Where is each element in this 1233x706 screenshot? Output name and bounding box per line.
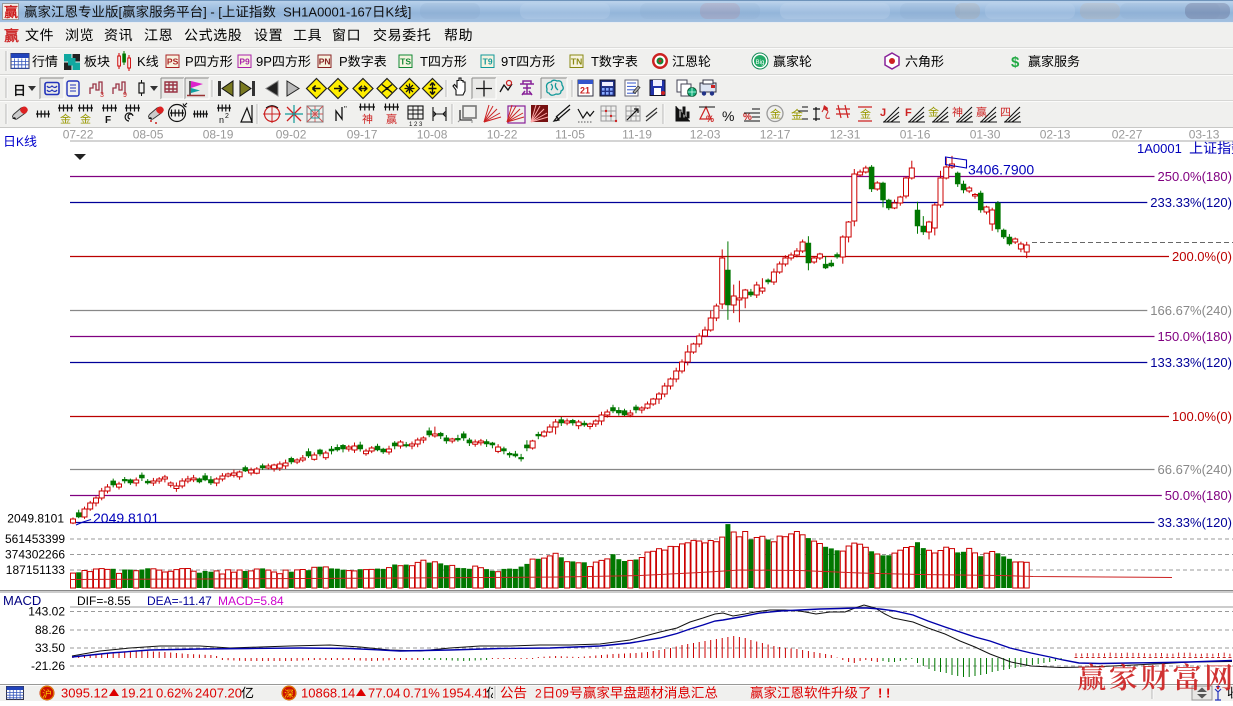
- svg-text:%: %: [706, 114, 714, 124]
- svg-text:%: %: [722, 108, 734, 124]
- svg-text:08-19: 08-19: [203, 128, 234, 142]
- svg-text:$: $: [1011, 54, 1020, 71]
- svg-text:2049.8101: 2049.8101: [7, 512, 64, 526]
- svg-text:02-27: 02-27: [1112, 128, 1143, 142]
- svg-text:0.62%: 0.62%: [156, 686, 193, 701]
- svg-text:]: ]: [408, 5, 412, 20]
- svg-text:09: 09: [556, 687, 570, 701]
- svg-text:PS: PS: [167, 57, 179, 67]
- svg-text:66.67%(240): 66.67%(240): [1158, 462, 1232, 477]
- svg-text:T: T: [420, 54, 428, 69]
- svg-text:F: F: [105, 115, 111, 126]
- svg-text:561453399: 561453399: [5, 532, 65, 546]
- svg-text:1A0001: 1A0001: [1137, 141, 1182, 156]
- svg-text:3406.7900: 3406.7900: [968, 162, 1034, 178]
- svg-text:250.0%(180): 250.0%(180): [1158, 169, 1232, 184]
- svg-text:DEA=-11.47: DEA=-11.47: [147, 594, 212, 608]
- svg-text:K: K: [386, 5, 395, 20]
- svg-text:! !: ! !: [878, 686, 890, 701]
- svg-text:33.33%(120): 33.33%(120): [1158, 515, 1232, 530]
- svg-text:09-02: 09-02: [276, 128, 307, 142]
- svg-text:02-13: 02-13: [1040, 128, 1071, 142]
- svg-text:03-13: 03-13: [1189, 128, 1220, 142]
- svg-text:[: [: [119, 5, 123, 20]
- svg-text:9T: 9T: [501, 54, 516, 69]
- svg-text:01-16: 01-16: [900, 128, 931, 142]
- svg-text:MACD=5.84: MACD=5.84: [218, 594, 284, 608]
- svg-text:0.71%: 0.71%: [403, 686, 440, 701]
- svg-text:P9: P9: [239, 57, 250, 67]
- svg-text:21: 21: [580, 86, 590, 96]
- svg-text:233.33%(120): 233.33%(120): [1150, 195, 1232, 210]
- svg-text:88.26: 88.26: [35, 623, 65, 637]
- svg-text:SH1A0001-167: SH1A0001-167: [276, 5, 372, 20]
- svg-text:3: 3: [100, 92, 104, 99]
- svg-text:187151133: 187151133: [6, 563, 66, 577]
- svg-text:10-22: 10-22: [487, 128, 518, 142]
- svg-text:166.67%(240): 166.67%(240): [1150, 303, 1232, 318]
- svg-text:P: P: [185, 54, 194, 69]
- svg-text:2407.20: 2407.20: [195, 686, 242, 701]
- svg-text:TS: TS: [400, 57, 411, 67]
- svg-text:08-05: 08-05: [133, 128, 164, 142]
- svg-text:Big: Big: [756, 60, 765, 66]
- svg-text:12-03: 12-03: [690, 128, 721, 142]
- svg-text:P: P: [339, 54, 348, 69]
- svg-text:374302266: 374302266: [5, 548, 65, 562]
- svg-text:50.0%(180): 50.0%(180): [1165, 488, 1232, 503]
- svg-text:33.50: 33.50: [35, 641, 65, 655]
- svg-text:12-31: 12-31: [830, 128, 861, 142]
- svg-text:01-30: 01-30: [970, 128, 1001, 142]
- svg-text:DIF=-8.55: DIF=-8.55: [77, 594, 131, 608]
- svg-text:12-17: 12-17: [760, 128, 791, 142]
- svg-text:200.0%(0): 200.0%(0): [1172, 249, 1232, 264]
- svg-text:1954.41: 1954.41: [442, 686, 489, 701]
- svg-text:07-22: 07-22: [63, 128, 94, 142]
- svg-text:2: 2: [535, 687, 542, 701]
- svg-text:PN: PN: [319, 57, 331, 67]
- svg-text:19.21: 19.21: [121, 686, 154, 701]
- svg-text:11-19: 11-19: [622, 128, 652, 142]
- svg-text:J: J: [880, 107, 886, 119]
- svg-text:100.0%(0): 100.0%(0): [1172, 409, 1232, 424]
- svg-text:3095.12: 3095.12: [61, 686, 108, 701]
- svg-text:11-05: 11-05: [555, 128, 585, 142]
- svg-text:n: n: [219, 115, 224, 125]
- svg-text:09-17: 09-17: [347, 128, 378, 142]
- svg-text:": ": [344, 105, 347, 114]
- svg-text:K: K: [137, 54, 146, 69]
- svg-text:] - [: ] - [: [203, 5, 222, 20]
- svg-text:77.04: 77.04: [368, 686, 401, 701]
- svg-text:2049.8101: 2049.8101: [93, 510, 159, 526]
- svg-text:-21.26: -21.26: [31, 659, 65, 673]
- svg-text:10868.14: 10868.14: [301, 686, 355, 701]
- svg-text:9P: 9P: [256, 54, 272, 69]
- svg-text:10-08: 10-08: [417, 128, 448, 142]
- svg-text:9: 9: [123, 92, 127, 99]
- svg-text:2: 2: [225, 113, 229, 120]
- svg-text:150.0%(180): 150.0%(180): [1158, 329, 1232, 344]
- svg-text:T9: T9: [483, 57, 493, 67]
- svg-text:K: K: [16, 135, 24, 149]
- svg-text:133.33%(120): 133.33%(120): [1150, 355, 1232, 370]
- svg-text:T: T: [591, 54, 599, 69]
- svg-text:143.02: 143.02: [28, 605, 65, 619]
- svg-text:F: F: [905, 107, 912, 119]
- svg-text:TN: TN: [571, 57, 582, 67]
